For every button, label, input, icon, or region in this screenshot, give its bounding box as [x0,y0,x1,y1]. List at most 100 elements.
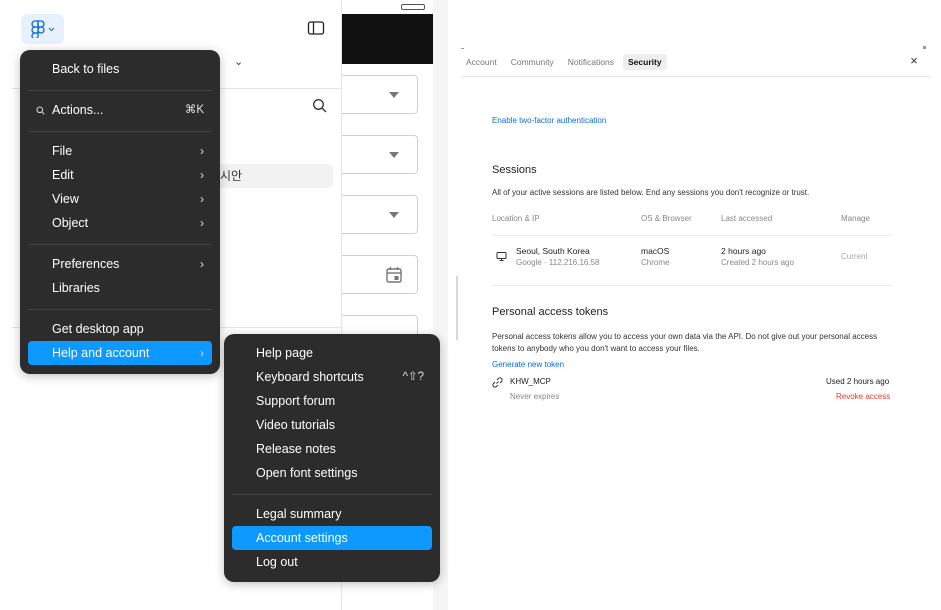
menu-item-label: Release notes [256,442,336,456]
sessions-title: Sessions [492,164,537,176]
sidebar-toggle-icon[interactable] [307,20,325,36]
divider [220,88,341,89]
menu-item-video-tutorials[interactable]: Video tutorials [232,413,432,437]
search-icon[interactable] [312,98,328,114]
tab-security[interactable]: Security [623,54,667,70]
menu-item-label: Object [52,216,89,230]
column-header-os: OS & Browser [641,214,692,223]
menu-item-label: File [52,144,73,158]
calendar-icon [386,267,402,283]
menu-divider [28,131,212,132]
sessions-description: All of your active sessions are listed b… [492,188,810,197]
menu-item-release-notes[interactable]: Release notes [232,437,432,461]
dropdown-field[interactable] [342,135,418,174]
menu-item-account-settings[interactable]: Account settings [232,526,432,550]
column-header-location: Location & IP [492,214,540,223]
chevron-right-icon: › [200,216,204,230]
tokens-title: Personal access tokens [492,306,609,318]
monitor-icon [496,252,507,261]
revoke-access-link[interactable]: Revoke access [836,392,890,401]
menu-item-edit[interactable]: Edit › [28,163,212,187]
session-browser: Chrome [641,258,670,267]
token-expiry: Never expires [510,392,560,401]
menu-item-view[interactable]: View › [28,187,212,211]
decoration [461,48,464,49]
tab-account[interactable]: Account [461,54,502,70]
menu-item-help-and-account[interactable]: Help and account › [28,341,212,365]
chevron-right-icon: › [200,257,204,271]
search-icon [36,98,45,124]
close-icon[interactable]: × [908,54,920,67]
menu-item-preferences[interactable]: Preferences › [28,252,212,276]
divider [492,235,893,236]
menu-item-desktop-app[interactable]: Get desktop app [28,317,212,341]
chevron-right-icon: › [200,346,204,360]
menu-item-keyboard-shortcuts[interactable]: Keyboard shortcuts ^⇧? [232,365,432,389]
session-location: Seoul, South Korea [516,246,590,256]
dropdown-field[interactable] [342,195,418,234]
menu-item-help-page[interactable]: Help page [232,341,432,365]
menu-divider [28,90,212,91]
chevron-right-icon: › [200,168,204,182]
pages-chevron-icon[interactable]: ⌄ [234,55,243,68]
menu-item-label: Support forum [256,394,336,408]
menu-item-font-settings[interactable]: Open font settings [232,461,432,485]
menu-item-label: Log out [256,555,298,569]
menu-item-label: Account settings [256,531,348,545]
session-created: Created 2 hours ago [721,258,794,267]
column-header-manage: Manage [841,214,870,223]
token-name: KHW_MCP [510,377,551,386]
divider [12,327,20,328]
token-last-used: Used 2 hours ago [826,377,890,386]
settings-tabs: Account Community Notifications Security [461,54,667,72]
menu-item-label: Legal summary [256,507,342,521]
session-current-badge: Current [841,252,868,261]
menu-item-actions[interactable]: Actions... ⌘K [28,98,212,122]
enable-2fa-link[interactable]: Enable two-factor authentication [492,116,606,125]
menu-item-label: Edit [52,168,74,182]
account-settings-modal: Account Community Notifications Security… [461,42,931,602]
session-ip: Google · 112.216.16.58 [516,258,600,267]
menu-item-legal-summary[interactable]: Legal summary [232,502,432,526]
menu-item-label: Help and account [52,346,150,360]
menu-item-object[interactable]: Object › [28,211,212,235]
figma-editor-screen: ⌄ 시안 Account Community Notifications Sec… [0,0,941,610]
figma-logo-icon [30,20,45,38]
menu-item-label: Libraries [52,281,100,295]
menu-divider [28,309,212,310]
session-os: macOS [641,246,670,256]
date-field[interactable] [342,255,418,294]
toolbar-control[interactable] [401,4,425,10]
shortcut-label: ⌘K [184,104,204,116]
divider [12,88,20,89]
menu-item-file[interactable]: File › [28,139,212,163]
menu-item-support-forum[interactable]: Support forum [232,389,432,413]
caret-down-icon [389,152,399,158]
preview-thumbnail [342,14,434,64]
menu-item-label: Back to files [52,62,120,76]
tab-notifications[interactable]: Notifications [563,54,619,70]
menu-item-back-to-files[interactable]: Back to files [28,57,212,81]
divider [461,76,931,77]
menu-divider [232,494,432,495]
menu-item-label: View [52,192,79,206]
divider [220,327,341,328]
main-menu-button[interactable] [21,14,64,44]
main-menu: Back to files Actions... ⌘K File › Edit › … [20,50,220,374]
dropdown-field[interactable] [342,75,418,114]
generate-token-link[interactable]: Generate new token [492,360,564,369]
tab-community[interactable]: Community [506,54,559,70]
chevron-right-icon: › [200,144,204,158]
menu-item-label: Help page [256,346,313,360]
menu-item-libraries[interactable]: Libraries [28,276,212,300]
layer-row-selected[interactable]: 시안 [214,164,333,188]
menu-item-label: Video tutorials [256,418,335,432]
help-account-submenu: Help page Keyboard shortcuts ^⇧? Support … [224,334,440,582]
menu-divider [28,244,212,245]
chevron-down-icon [48,27,54,31]
tokens-description: Personal access tokens allow you to acce… [492,332,878,353]
caret-down-icon [389,212,399,218]
menu-item-log-out[interactable]: Log out [232,550,432,574]
layer-name: 시안 [220,169,243,183]
resize-handle[interactable] [456,276,458,340]
